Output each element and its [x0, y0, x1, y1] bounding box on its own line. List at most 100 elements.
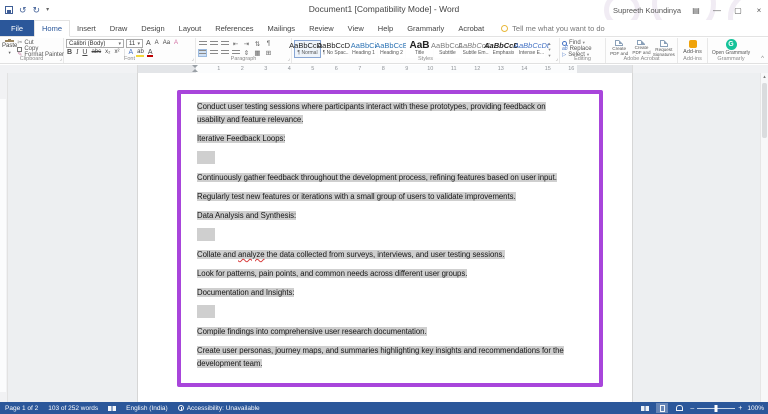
show-paragraph-marks-button[interactable]: ¶ — [264, 40, 273, 48]
font-name-combo[interactable]: Calibri (Body) ▾ — [66, 39, 124, 48]
zoom-slider[interactable] — [697, 408, 735, 409]
tab-file[interactable]: File — [0, 20, 34, 36]
ruler-number: 12 — [466, 65, 490, 73]
first-line-indent-marker[interactable] — [192, 65, 198, 68]
grow-font-button[interactable]: A — [145, 39, 152, 48]
clipboard-dialog-launcher-icon[interactable]: ⌟ — [60, 56, 62, 63]
paragraph[interactable]: Regularly test new features or iteration… — [197, 190, 575, 203]
undo-icon[interactable]: ↺ — [19, 5, 27, 15]
paragraph[interactable]: Iterative Feedback Loops: — [197, 132, 575, 145]
styles-dialog-launcher-icon[interactable]: ⌟ — [556, 56, 558, 63]
language-indicator[interactable]: English (India) — [121, 402, 173, 414]
grammarly-icon[interactable]: G — [726, 39, 737, 50]
tab-design[interactable]: Design — [134, 20, 171, 36]
tab-review[interactable]: Review — [302, 20, 341, 36]
lightbulb-icon — [501, 25, 508, 32]
zoom-percentage[interactable]: 100% — [747, 405, 764, 412]
hanging-indent-marker[interactable] — [192, 69, 198, 72]
tell-me-box[interactable]: Tell me what you want to do — [501, 20, 605, 36]
vertical-ruler[interactable] — [0, 73, 8, 402]
ruler-number: 8 — [372, 65, 396, 73]
paragraph[interactable]: Documentation and Insights: — [197, 286, 575, 299]
paragraph[interactable]: Collate and analyze the data collected f… — [197, 248, 575, 261]
paragraph[interactable]: Compile findings into comprehensive user… — [197, 325, 575, 338]
font-dialog-launcher-icon[interactable]: ⌟ — [192, 56, 194, 63]
shrink-font-button[interactable]: A — [154, 39, 160, 48]
zoom-out-icon[interactable]: – — [690, 405, 694, 412]
scrollbar-thumb[interactable] — [762, 83, 767, 138]
ruler-left-margin — [138, 65, 196, 73]
scroll-up-icon[interactable]: ▴ — [761, 73, 768, 82]
vertical-scrollbar[interactable]: ▴ — [760, 73, 768, 402]
misspelled-word[interactable]: analyze — [238, 250, 265, 259]
ruler-right-margin — [577, 65, 632, 73]
proofing-book-icon — [108, 406, 116, 411]
group-label-addins: Add-ins — [678, 56, 707, 63]
tab-home[interactable]: Home — [34, 20, 70, 37]
zoom-slider-thumb[interactable] — [715, 405, 718, 412]
redo-icon[interactable]: ↻ — [33, 5, 41, 15]
ribbon-display-options-icon[interactable]: ▤ — [690, 6, 702, 15]
increase-indent-button[interactable]: ⇥ — [242, 40, 251, 48]
paragraph-dialog-launcher-icon[interactable]: ⌟ — [288, 56, 290, 63]
align-center-icon — [210, 50, 218, 56]
horizontal-ruler[interactable]: 12345678910111213141516 — [0, 65, 768, 73]
print-layout-button[interactable] — [656, 403, 668, 413]
ruler-number: 4 — [278, 65, 302, 73]
ruler-number: 5 — [301, 65, 325, 73]
collapse-ribbon-icon[interactable]: ^ — [761, 56, 764, 62]
document-text[interactable]: Conduct user testing sessions where part… — [197, 100, 575, 376]
ruler-numbers: 12345678910111213141516 — [207, 65, 583, 73]
document-page[interactable]: Conduct user testing sessions where part… — [137, 73, 633, 402]
numbering-icon — [210, 41, 218, 47]
tab-draw[interactable]: Draw — [103, 20, 135, 36]
multilevel-list-button[interactable] — [220, 40, 229, 48]
tab-grammarly[interactable]: Grammarly — [400, 20, 451, 36]
bullets-button[interactable] — [198, 40, 207, 48]
signed-in-user[interactable]: Supreeth Koundinya — [613, 6, 681, 15]
clear-formatting-button[interactable]: A — [173, 39, 179, 48]
tab-insert[interactable]: Insert — [70, 20, 103, 36]
accessibility-status[interactable]: Accessibility: Unavailable — [173, 402, 265, 414]
proofing-status[interactable] — [103, 402, 121, 414]
sort-button[interactable]: ⇅ — [253, 40, 262, 48]
addins-button[interactable]: Add-ins — [683, 49, 702, 55]
addins-icon[interactable] — [689, 40, 697, 48]
group-grammarly: G Open Grammarly Grammarly — [708, 38, 754, 63]
tab-references[interactable]: References — [208, 20, 260, 36]
tab-view[interactable]: View — [341, 20, 371, 36]
empty-paragraph[interactable] — [197, 151, 575, 165]
paragraph[interactable]: Look for patterns, pain points, and comm… — [197, 267, 575, 280]
page-indicator[interactable]: Page 1 of 2 — [0, 402, 43, 414]
customize-qat-icon[interactable]: ▾ — [46, 6, 49, 13]
paragraph[interactable]: Conduct user testing sessions where part… — [197, 100, 575, 126]
font-size-combo[interactable]: 11 ▾ — [126, 39, 143, 48]
zoom-in-icon[interactable]: + — [738, 405, 742, 412]
restore-icon[interactable]: ▢ — [732, 6, 744, 15]
change-case-button[interactable]: Aa — [162, 39, 171, 48]
empty-paragraph[interactable] — [197, 305, 575, 319]
request-signatures-button[interactable]: Request Signatures — [653, 39, 675, 56]
tab-acrobat[interactable]: Acrobat — [451, 20, 491, 36]
minimize-icon[interactable]: — — [711, 6, 723, 15]
word-count[interactable]: 103 of 252 words — [43, 402, 103, 414]
numbering-button[interactable] — [209, 40, 218, 48]
close-icon[interactable]: × — [753, 6, 765, 15]
decrease-indent-button[interactable]: ⇤ — [231, 40, 240, 48]
ruler-number: 15 — [536, 65, 560, 73]
paragraph[interactable]: Create user personas, journey maps, and … — [197, 344, 575, 370]
create-pdf-share-outlook-button[interactable]: Create PDF and Share via Outlook — [630, 39, 652, 56]
read-mode-button[interactable] — [639, 403, 651, 413]
group-styles: AaBbCcDc ¶ Normal AaBbCcDc ¶ No Spac... … — [292, 38, 560, 63]
tab-help[interactable]: Help — [371, 20, 400, 36]
web-layout-button[interactable] — [673, 403, 685, 413]
paragraph[interactable]: Data Analysis and Synthesis: — [197, 209, 575, 222]
save-icon[interactable] — [5, 6, 13, 14]
paste-button[interactable]: Paste ▾ — [2, 39, 17, 56]
paragraph[interactable]: Continuously gather feedback throughout … — [197, 171, 575, 184]
tab-layout[interactable]: Layout — [172, 20, 209, 36]
tab-mailings[interactable]: Mailings — [261, 20, 303, 36]
empty-paragraph[interactable] — [197, 228, 575, 242]
pdf-document-icon — [615, 40, 623, 46]
create-pdf-share-link-button[interactable]: Create PDF and Share link — [608, 39, 630, 56]
